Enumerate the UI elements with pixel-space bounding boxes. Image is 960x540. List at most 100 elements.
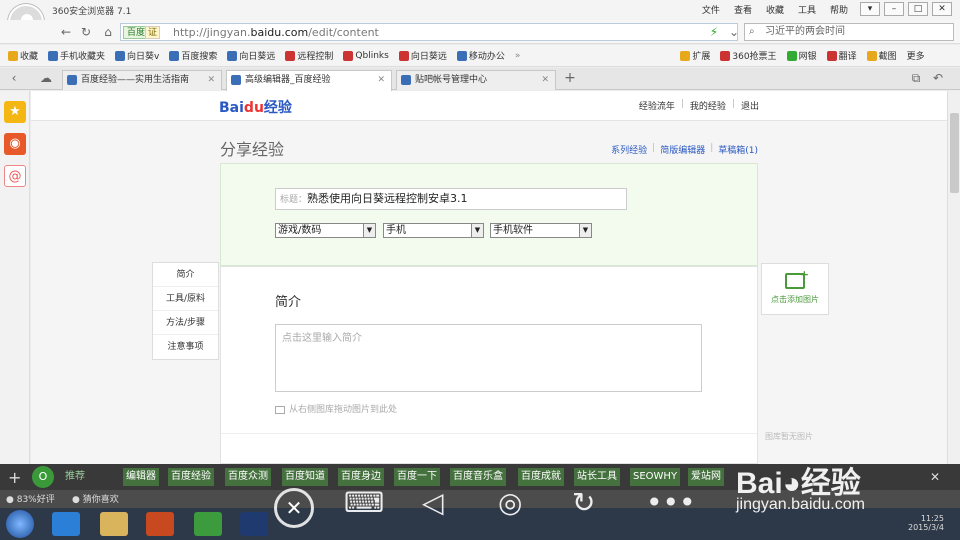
- weibo-icon[interactable]: ◉: [4, 133, 26, 155]
- bookmark-screenshot[interactable]: 截图: [866, 49, 897, 62]
- green-circle-button[interactable]: O: [32, 466, 54, 488]
- section-nav-notes[interactable]: 注意事项: [153, 335, 218, 359]
- category-select-3[interactable]: 手机软件 ▼: [490, 223, 592, 238]
- disconnect-icon[interactable]: ✕: [274, 488, 314, 528]
- menu-help[interactable]: 帮助: [830, 3, 848, 16]
- maximize-button[interactable]: □: [908, 2, 928, 16]
- quick-link-yixia[interactable]: 百度一下: [394, 468, 440, 486]
- tab-close-icon[interactable]: ✕: [541, 71, 549, 89]
- category-select-2[interactable]: 手机 ▼: [383, 223, 484, 238]
- bookmark-sunflower-remote-2[interactable]: 向日葵远: [398, 49, 447, 62]
- menu-file[interactable]: 文件: [702, 3, 720, 16]
- windows-start-icon[interactable]: [6, 510, 34, 538]
- folder-icon[interactable]: [100, 512, 128, 536]
- bookmark-qblinks[interactable]: Qblinks: [343, 50, 389, 61]
- menu-view[interactable]: 查看: [734, 3, 752, 16]
- recommend-status: ● 猜你喜欢: [72, 495, 119, 505]
- url-text[interactable]: http://jingyan.baidu.com/edit/content: [173, 26, 379, 39]
- bookmark-mobile-office[interactable]: 移动办公: [456, 49, 505, 62]
- tab-close-icon[interactable]: ✕: [377, 71, 385, 89]
- bookmark-baidu-search[interactable]: 百度搜索: [169, 49, 217, 62]
- bookmark-sunflower-remote[interactable]: 向日葵远: [227, 49, 275, 62]
- quick-link-zhongce[interactable]: 百度众测: [225, 468, 271, 486]
- link-experience-years[interactable]: 经验流年: [639, 99, 675, 112]
- scrollbar-thumb[interactable]: [950, 113, 959, 193]
- section-nav-steps[interactable]: 方法/步骤: [153, 311, 218, 335]
- bookmark-remote-control[interactable]: 远程控制: [285, 49, 333, 62]
- quick-link-zhidao[interactable]: 百度知道: [282, 468, 328, 486]
- close-button[interactable]: ✕: [932, 2, 952, 16]
- speed-icon[interactable]: ⚡: [706, 24, 722, 40]
- more-arrows-icon[interactable]: »: [515, 51, 521, 61]
- bookmark-mobile[interactable]: 手机收藏夹: [48, 49, 105, 62]
- title-input[interactable]: 标题：熟悉使用向日葵远程控制安卓3.1: [275, 188, 627, 210]
- menu-tools[interactable]: 工具: [798, 3, 816, 16]
- cloud-icon[interactable]: ☁: [38, 70, 54, 86]
- media-player-icon[interactable]: [146, 512, 174, 536]
- recommend-label[interactable]: 推荐: [62, 468, 88, 486]
- bookmark-extensions[interactable]: 扩展: [680, 49, 710, 62]
- quick-link-editor[interactable]: 编辑器: [123, 468, 159, 486]
- chevron-down-icon[interactable]: ⌄: [726, 24, 742, 40]
- bookmark-translate[interactable]: 翻译: [826, 49, 857, 62]
- quick-link-shenbian[interactable]: 百度身边: [338, 468, 384, 486]
- link-series[interactable]: 系列经验: [611, 143, 647, 156]
- add-image-button[interactable]: + 点击添加图片: [761, 263, 829, 315]
- keyboard-icon[interactable]: ⌨: [344, 486, 384, 519]
- translate-icon: [826, 50, 837, 61]
- link-my-experience[interactable]: 我的经验: [690, 99, 726, 112]
- add-icon[interactable]: +: [8, 468, 21, 487]
- ticket-icon: [720, 50, 731, 61]
- address-bar[interactable]: 百度 证 http://jingyan.baidu.com/edit/conte…: [120, 23, 738, 41]
- tab-advanced-editor[interactable]: 高级编辑器_百度经验 ✕: [226, 70, 392, 91]
- more-icon[interactable]: •••: [646, 486, 696, 519]
- rotate-icon[interactable]: ↻: [572, 486, 595, 519]
- quick-link-aizhan[interactable]: 爱站网: [688, 468, 724, 486]
- search-input[interactable]: ⌕ 习近平的两会时间: [744, 23, 954, 41]
- close-icon[interactable]: ✕: [930, 470, 940, 484]
- link-drafts[interactable]: 草稿箱(1): [718, 143, 758, 156]
- section-nav-tools[interactable]: 工具/原料: [153, 287, 218, 311]
- chrome-icon[interactable]: [194, 512, 222, 536]
- tab-close-icon[interactable]: ✕: [207, 71, 215, 89]
- bookmark-favorites[interactable]: 收藏: [8, 49, 38, 62]
- tab-baidu-jingyan[interactable]: 百度经验——实用生活指南 ✕: [62, 70, 222, 90]
- bookmark-more[interactable]: 更多: [907, 49, 925, 62]
- favorites-star-icon[interactable]: ★: [4, 101, 26, 123]
- intro-textarea[interactable]: 点击这里输入简介: [275, 324, 702, 392]
- restore-tabs-icon[interactable]: ⧉: [908, 70, 924, 86]
- quick-link-achievement[interactable]: 百度成就: [518, 468, 564, 486]
- quick-link-jingyan[interactable]: 百度经验: [168, 468, 214, 486]
- quick-link-music[interactable]: 百度音乐盒: [450, 468, 506, 486]
- section-nav-intro[interactable]: 简介: [153, 263, 218, 287]
- link-logout[interactable]: 退出: [741, 99, 759, 112]
- speaker-icon[interactable]: ◁: [422, 486, 444, 519]
- refresh-icon[interactable]: ↻: [78, 24, 94, 40]
- tab-scroll-left-icon[interactable]: ‹: [6, 70, 22, 86]
- home-icon[interactable]: ⌂: [100, 24, 116, 40]
- quick-link-webmaster[interactable]: 站长工具: [574, 468, 620, 486]
- shirt-icon[interactable]: ▾: [860, 2, 880, 16]
- screen-share-icon[interactable]: ◎: [498, 486, 522, 519]
- back-icon[interactable]: ←: [58, 24, 74, 40]
- dropdown-arrow-icon: ▼: [579, 224, 591, 237]
- menu-bar: 文件 查看 收藏 工具 帮助: [702, 3, 848, 16]
- bookmark-ticket[interactable]: 360抢票王: [720, 49, 777, 62]
- new-tab-icon[interactable]: +: [562, 70, 578, 86]
- bookmark-sunflower-v[interactable]: 向日葵v: [115, 49, 159, 62]
- bookmark-bank[interactable]: 网银: [786, 49, 817, 62]
- page-scrollbar[interactable]: [947, 91, 960, 464]
- cert-badge[interactable]: 证: [145, 26, 161, 39]
- photoshop-icon[interactable]: [240, 512, 268, 536]
- quick-link-seowhy[interactable]: SEOWHY: [630, 468, 681, 486]
- baidu-jingyan-logo[interactable]: Baidu经验: [219, 97, 292, 117]
- menu-favorites[interactable]: 收藏: [766, 3, 784, 16]
- undo-icon[interactable]: ↶: [930, 70, 946, 86]
- page-title: 分享经验: [220, 140, 285, 159]
- category-select-1[interactable]: 游戏/数码 ▼: [275, 223, 376, 238]
- ie-icon[interactable]: [52, 512, 80, 536]
- link-simple-editor[interactable]: 简版编辑器: [660, 143, 705, 156]
- minimize-button[interactable]: –: [884, 2, 904, 16]
- mail-icon[interactable]: @: [4, 165, 26, 187]
- tab-tieba-account[interactable]: 贴吧帐号管理中心 ✕: [396, 70, 556, 90]
